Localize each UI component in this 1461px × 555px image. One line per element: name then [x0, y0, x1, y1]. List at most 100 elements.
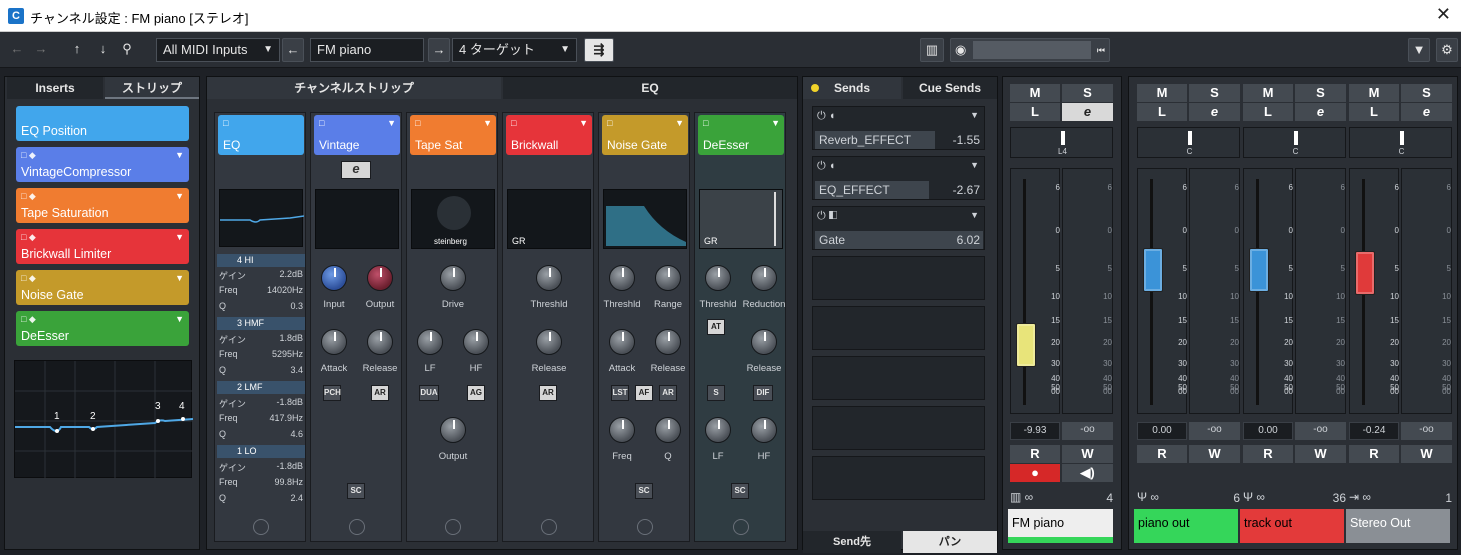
- sidechain-button[interactable]: SC: [635, 483, 653, 499]
- power-icon[interactable]: [541, 519, 557, 535]
- insert-slot-brickwall-limiter[interactable]: □ ◆ ▼ Brickwall Limiter: [16, 229, 189, 264]
- eq-band-3-freq[interactable]: Freq 5295Hz: [217, 349, 305, 361]
- eq-band-1-freq[interactable]: Freq 99.8Hz: [217, 477, 305, 489]
- insert-slot-deesser[interactable]: □ ◆ ▼ DeEsser: [16, 311, 189, 346]
- s-button[interactable]: S: [707, 385, 725, 401]
- tab-sends[interactable]: Sends: [803, 77, 901, 99]
- write-button[interactable]: W: [1295, 445, 1346, 463]
- peak-value[interactable]: -oo: [1062, 422, 1113, 440]
- input-arrow-icon[interactable]: ←: [282, 38, 304, 62]
- read-button[interactable]: R: [1137, 445, 1187, 463]
- reduction-knob[interactable]: [751, 265, 777, 291]
- input-knob[interactable]: [321, 265, 347, 291]
- dua-button[interactable]: DUA: [419, 385, 439, 401]
- freq-knob[interactable]: [609, 417, 635, 443]
- zoom-slider[interactable]: ◉ ⏮: [950, 38, 1110, 62]
- eq-band-4-q[interactable]: Q 0.3: [217, 301, 305, 313]
- q-knob[interactable]: [655, 417, 681, 443]
- edit-button[interactable]: e: [1295, 103, 1346, 121]
- send-slot-1[interactable]: ⏻ ◖ ▼ Reverb_EFFECT -1.55: [812, 106, 985, 150]
- module-tape-sat-header[interactable]: □ ▼ Tape Sat: [410, 115, 496, 155]
- pan-control[interactable]: C: [1349, 127, 1452, 158]
- eq-band-4-gain[interactable]: ゲイン 2.2dB: [217, 269, 305, 281]
- send-slot-empty-5[interactable]: [812, 306, 985, 350]
- lst-button[interactable]: LST: [611, 385, 629, 401]
- send-level[interactable]: 6.02: [957, 233, 980, 247]
- insert-slot-tape-saturation[interactable]: □ ◆ ▼ Tape Saturation: [16, 188, 189, 223]
- send-slot-empty-8[interactable]: [812, 456, 985, 500]
- eq-band-1[interactable]: 1 LO: [217, 445, 305, 458]
- listen-button[interactable]: L: [1137, 103, 1187, 121]
- edit-button[interactable]: e: [1062, 103, 1113, 121]
- forward-arrow-icon[interactable]: →: [30, 38, 52, 62]
- module-deesser-header[interactable]: □ ▼ DeEsser: [698, 115, 784, 155]
- channel-name-label[interactable]: track out: [1240, 509, 1344, 543]
- drive-knob[interactable]: [440, 265, 466, 291]
- monitor-speaker-icon[interactable]: ◀): [1062, 464, 1113, 482]
- module-vintage-header[interactable]: □ ▼ Vintage: [314, 115, 400, 155]
- midi-input-select[interactable]: All MIDI Inputs ▼: [156, 38, 280, 62]
- power-icon[interactable]: [253, 519, 269, 535]
- eq-band-4-freq[interactable]: Freq 14020Hz: [217, 285, 305, 297]
- module-eq-header[interactable]: □ EQ: [218, 115, 304, 155]
- channel-name-label[interactable]: piano out: [1134, 509, 1238, 543]
- power-icon[interactable]: [637, 519, 653, 535]
- write-button[interactable]: W: [1189, 445, 1240, 463]
- record-button[interactable]: ●: [1010, 464, 1060, 482]
- threshold-knob[interactable]: [536, 265, 562, 291]
- mute-button[interactable]: M: [1349, 84, 1399, 102]
- settings-icon[interactable]: ⚙: [1436, 38, 1458, 62]
- level-value[interactable]: -9.93: [1010, 422, 1060, 440]
- output-arrow-icon[interactable]: →: [428, 38, 450, 62]
- release-knob[interactable]: [536, 329, 562, 355]
- mute-button[interactable]: M: [1243, 84, 1293, 102]
- ag-button[interactable]: AG: [467, 385, 485, 401]
- solo-button[interactable]: S: [1189, 84, 1240, 102]
- eq-band-3-q[interactable]: Q 3.4: [217, 365, 305, 377]
- tab-eq[interactable]: EQ: [503, 77, 797, 99]
- insert-slot-vintage-compressor[interactable]: □ ◆ ▼ VintageCompressor: [16, 147, 189, 182]
- fader-handle[interactable]: [1249, 248, 1269, 293]
- solo-button[interactable]: S: [1295, 84, 1346, 102]
- power-icon[interactable]: [733, 519, 749, 535]
- at-button[interactable]: AT: [707, 319, 725, 335]
- ar-button[interactable]: AR: [371, 385, 389, 401]
- tab-cue-sends[interactable]: Cue Sends: [903, 77, 997, 99]
- eq-band-4[interactable]: 4 HI: [217, 254, 305, 267]
- write-button[interactable]: W: [1062, 445, 1113, 463]
- release-knob[interactable]: [367, 329, 393, 355]
- threshold-knob[interactable]: [705, 265, 731, 291]
- listen-button[interactable]: L: [1010, 103, 1060, 121]
- pan-control[interactable]: L4: [1010, 127, 1113, 158]
- eq-band-1-gain[interactable]: ゲイン -1.8dB: [217, 461, 305, 473]
- send-slot-empty-6[interactable]: [812, 356, 985, 400]
- mute-button[interactable]: M: [1010, 84, 1060, 102]
- threshold-knob[interactable]: [609, 265, 635, 291]
- tab-pan[interactable]: パン: [903, 531, 997, 553]
- release-knob[interactable]: [655, 329, 681, 355]
- lf-knob[interactable]: [705, 417, 731, 443]
- attack-knob[interactable]: [609, 329, 635, 355]
- down-arrow-icon[interactable]: ↓: [92, 38, 114, 62]
- read-button[interactable]: R: [1010, 445, 1060, 463]
- release-knob[interactable]: [751, 329, 777, 355]
- send-slot-empty-7[interactable]: [812, 406, 985, 450]
- hf-knob[interactable]: [751, 417, 777, 443]
- peak-value[interactable]: -oo: [1189, 422, 1240, 440]
- send-slot-empty-4[interactable]: [812, 256, 985, 300]
- search-icon[interactable]: ⚲: [116, 38, 138, 62]
- hf-knob[interactable]: [463, 329, 489, 355]
- power-icon[interactable]: [349, 519, 365, 535]
- pan-control[interactable]: C: [1243, 127, 1346, 158]
- keyboard-icon[interactable]: ▥: [920, 38, 944, 62]
- channel-name-field[interactable]: FM piano: [310, 38, 424, 62]
- sidechain-button[interactable]: SC: [731, 483, 749, 499]
- output-knob[interactable]: [440, 417, 466, 443]
- send-level[interactable]: -2.67: [953, 183, 980, 197]
- read-button[interactable]: R: [1349, 445, 1399, 463]
- fader-handle[interactable]: [1143, 248, 1163, 293]
- tab-channel-strip[interactable]: チャンネルストリップ: [207, 77, 501, 99]
- eq-band-3-gain[interactable]: ゲイン 1.8dB: [217, 333, 305, 345]
- eq-curve-graph[interactable]: 1 2 3 4: [14, 360, 194, 479]
- level-value[interactable]: -0.24: [1349, 422, 1399, 440]
